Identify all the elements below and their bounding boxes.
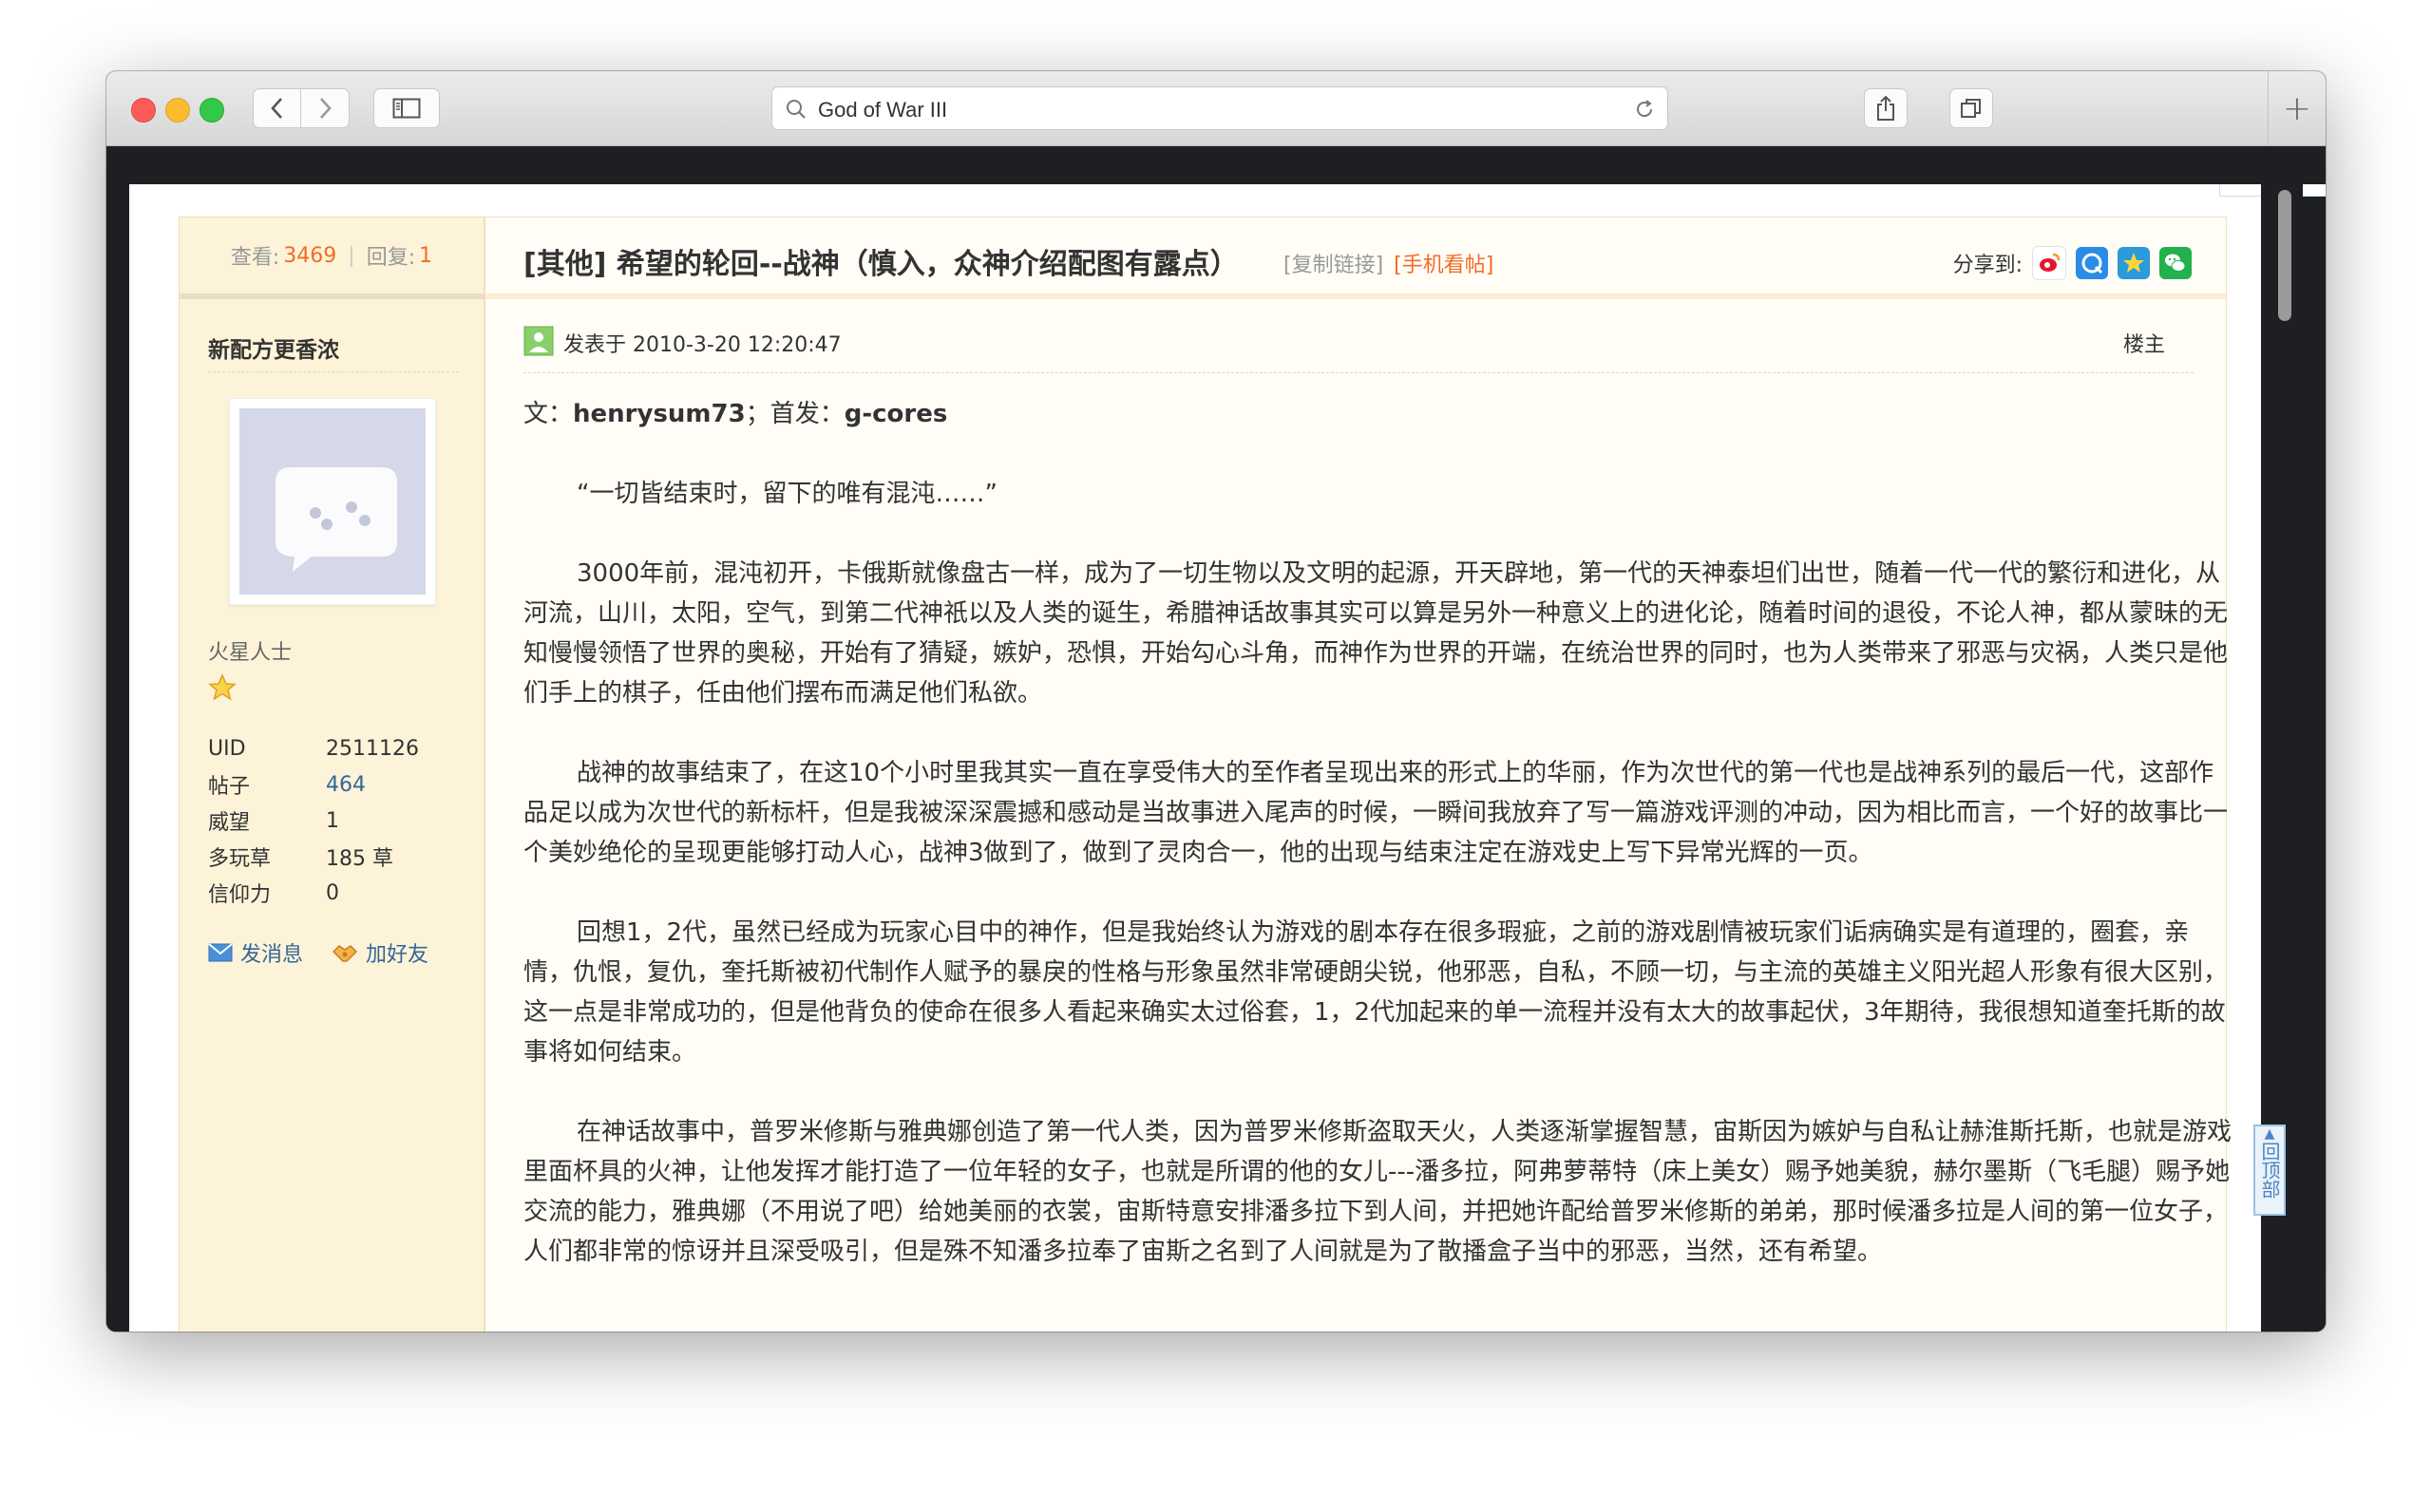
share-label: 分享到:: [1952, 254, 2023, 277]
profile-key: 多玩草: [208, 847, 272, 871]
paragraph: 战神的故事结束了，在这10个小时里我其实一直在享受伟大的至作者呈现出来的形式上的…: [523, 759, 2229, 867]
handshake-icon: [332, 945, 358, 962]
profile-row: 帖子 464: [208, 766, 419, 803]
profile-key: 威望: [208, 811, 251, 835]
plus-icon: +: [2282, 88, 2312, 128]
profile-row: UID 2511126: [208, 730, 419, 766]
paragraph: “一切皆结束时，留下的唯有混沌……”: [577, 480, 998, 508]
divider: [208, 371, 459, 372]
post-meta: 发表于 2010-3-20 12:20:47 楼主: [523, 324, 2194, 373]
post-content: 文：henrysum73；首发：g-cores “一切皆结束时，留下的唯有混沌……: [523, 394, 2233, 1312]
minimize-window-button[interactable]: [165, 98, 190, 123]
address-text: God of War III: [818, 98, 948, 122]
tabs-icon: [1961, 99, 1981, 118]
thread-stats: 查看: 3469 | 回复: 1: [180, 217, 484, 299]
back-to-top-label: 回顶部: [2258, 1142, 2281, 1199]
nav-buttons: [253, 88, 350, 128]
maximize-window-button[interactable]: [200, 98, 224, 123]
mobile-view-link[interactable]: [手机看帖]: [1394, 254, 1493, 277]
replies-count: 1: [419, 243, 433, 268]
qq-space-share-icon[interactable]: [2076, 247, 2108, 279]
toolbar-strip: [106, 146, 2326, 184]
qq-favorite-share-icon[interactable]: [2118, 247, 2150, 279]
post-count-link[interactable]: 464: [326, 773, 366, 797]
title-bar: God of War III +: [106, 71, 2326, 146]
gamepad-icon: [276, 467, 397, 572]
chevron-right-icon: [320, 98, 332, 119]
byline-separator: ；首发：: [745, 400, 845, 428]
byline-author: henrysum73: [573, 400, 746, 428]
share-bar: 分享到:: [1953, 246, 2192, 280]
profile-key: 帖子: [208, 775, 251, 799]
wechat-icon: [2165, 254, 2186, 272]
profile-key: 信仰力: [208, 883, 272, 907]
caret-up-icon: ▲: [2264, 1126, 2275, 1142]
sidebar-toggle-button[interactable]: [373, 88, 440, 128]
qzone-icon: [2081, 253, 2103, 274]
views-count: 3469: [283, 243, 337, 268]
profile-value: 2511126: [326, 736, 419, 761]
title-links: [复制链接] [手机看帖]: [1283, 248, 1493, 278]
replies-label: 回复:: [366, 246, 416, 270]
post-main: [其他] 希望的轮回--战神（慎入，众神介绍配图有露点） [复制链接] [手机看…: [485, 217, 2232, 1332]
user-group: 火星人士: [208, 641, 293, 665]
byline: 文：henrysum73；首发：g-cores: [523, 394, 2233, 434]
share-icon: [1877, 95, 1894, 121]
back-button[interactable]: [253, 88, 301, 128]
send-message-label: 发消息: [240, 943, 304, 967]
post-timestamp: 发表于 2010-3-20 12:20:47: [563, 333, 842, 357]
forum-post: 查看: 3469 | 回复: 1 新配方更香浓 火星人士 UID 2511126…: [179, 217, 2232, 1332]
sidebar-icon: [392, 98, 421, 119]
scrollbar-thumb[interactable]: [2278, 190, 2291, 321]
paragraph: 回想1，2代，虽然已经成为玩家心目中的神作，但是我始终认为游戏的剧本存在很多瑕疵…: [523, 918, 2229, 1067]
forward-button[interactable]: [301, 88, 350, 128]
web-viewport: 查看: 3469 | 回复: 1 新配方更香浓 火星人士 UID 2511126…: [106, 184, 2326, 1332]
wechat-share-icon[interactable]: [2159, 247, 2192, 279]
back-to-top-button[interactable]: ▲ 回顶部: [2253, 1125, 2286, 1216]
send-message-button[interactable]: 发消息: [208, 937, 303, 968]
paragraph: 3000年前，混沌初开，卡俄斯就像盘古一样，成为了一切生物以及文明的起源，开天辟…: [523, 559, 2229, 708]
reload-icon[interactable]: [1633, 98, 1656, 121]
profile-info: UID 2511126 帖子 464 威望 1 多玩草 185 草 信仰力 0: [208, 730, 419, 911]
profile-row: 多玩草 185 草: [208, 839, 419, 875]
views-label: 查看:: [230, 246, 280, 270]
floor-label: 楼主: [2122, 333, 2165, 357]
profile-value: 0: [326, 880, 339, 905]
profile-row: 信仰力 0: [208, 875, 419, 911]
close-window-button[interactable]: [131, 98, 156, 123]
byline-source: g-cores: [844, 400, 948, 428]
post-header: [其他] 希望的轮回--战神（慎入，众神介绍配图有露点） [复制链接] [手机看…: [485, 217, 2226, 299]
default-avatar-placeholder: [239, 408, 426, 595]
author-name[interactable]: 新配方更香浓: [208, 331, 339, 364]
copy-link-button[interactable]: [复制链接]: [1283, 254, 1383, 277]
paragraph: 在神话故事中，普罗米修斯与雅典娜创造了第一代人类，因为普罗米修斯盗取天火，人类逐…: [523, 1118, 2232, 1266]
add-friend-button[interactable]: 加好友: [332, 937, 428, 968]
star-share-icon: [2123, 253, 2144, 273]
weibo-share-icon[interactable]: [2032, 246, 2066, 280]
user-actions: 发消息 加好友: [208, 937, 428, 968]
add-friend-label: 加好友: [366, 943, 429, 967]
profile-value: 185 草: [326, 847, 393, 871]
weibo-icon: [2040, 253, 2061, 272]
stats-separator: |: [348, 243, 355, 268]
user-sidebar: 查看: 3469 | 回复: 1 新配方更香浓 火星人士 UID 2511126…: [180, 217, 485, 1332]
envelope-icon: [208, 943, 233, 962]
online-status-icon: [523, 326, 554, 356]
new-tab-button[interactable]: +: [2268, 71, 2326, 145]
byline-prefix: 文：: [523, 400, 574, 428]
profile-row: 威望 1: [208, 803, 419, 839]
chevron-left-icon: [270, 98, 282, 119]
browser-window: God of War III + 查看: 3469 | 回复: 1 新配方更香浓…: [106, 71, 2326, 1332]
profile-value: 1: [326, 808, 339, 833]
page-background: 查看: 3469 | 回复: 1 新配方更香浓 火星人士 UID 2511126…: [129, 184, 2326, 1332]
profile-key: UID: [208, 736, 246, 761]
address-bar[interactable]: God of War III: [771, 86, 1668, 130]
share-button[interactable]: [1864, 88, 1908, 128]
search-icon: [787, 100, 806, 119]
star-icon: [208, 673, 237, 701]
avatar[interactable]: [229, 398, 436, 605]
post-title: [其他] 希望的轮回--战神（慎入，众神介绍配图有露点）: [523, 248, 1239, 281]
tabs-overview-button[interactable]: [1949, 88, 1993, 128]
